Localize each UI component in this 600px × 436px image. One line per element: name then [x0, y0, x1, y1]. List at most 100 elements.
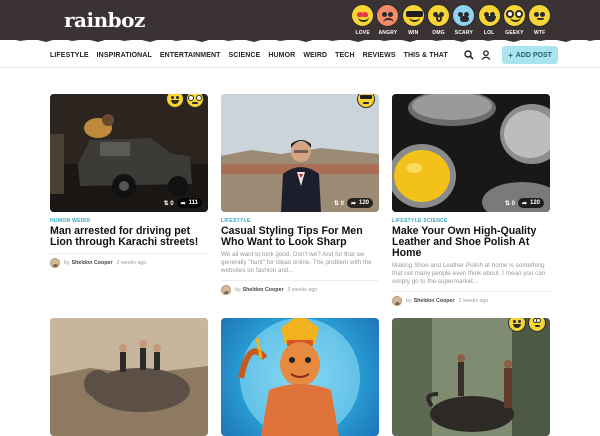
scary-face-icon [452, 4, 476, 27]
reaction-lol[interactable]: LOL [476, 4, 501, 36]
site-logo[interactable]: rainboz [64, 8, 145, 32]
post-stats: ⇅ 0 ➦ 111 [164, 198, 202, 208]
share-count[interactable]: ➦ 120 [517, 198, 544, 208]
reaction-label: WIN [408, 30, 419, 36]
man-city-scene [221, 94, 379, 212]
nav-item-inspirational[interactable]: INSPIRATIONAL [97, 52, 152, 59]
love-face-icon [351, 4, 375, 27]
post-byline: by Sheldon Cooper 3 weeks ago [392, 291, 550, 306]
search-icon[interactable] [462, 48, 476, 62]
post-title[interactable]: Man arrested for driving pet Lion throug… [50, 226, 208, 248]
add-post-label: ADD POST [515, 51, 552, 59]
lol-face-icon [166, 94, 184, 108]
reaction-label: LOVE [355, 30, 370, 36]
buffalo-river-scene [392, 318, 550, 436]
author-avatar[interactable] [50, 258, 60, 268]
share-icon: ➦ [350, 200, 356, 207]
author-name[interactable]: Sheldon Cooper [243, 287, 284, 293]
win-face-icon [401, 4, 425, 27]
reaction-geeky[interactable]: GEEKY [502, 4, 527, 36]
post-thumbnail[interactable]: ⇅ 0 ➦ 111 [50, 94, 208, 212]
post-thumbnail[interactable] [50, 318, 208, 436]
plus-icon: + [508, 50, 513, 60]
post-card [221, 318, 379, 436]
post-byline: by Sheldon Cooper 3 weeks ago [221, 280, 379, 295]
post-categories[interactable]: LIFESTYLE [221, 218, 379, 224]
add-post-button[interactable]: + ADD POST [502, 46, 558, 64]
post-categories[interactable]: HUMOR WEIRD [50, 218, 208, 224]
post-time: 3 weeks ago [287, 287, 318, 293]
wtf-face-icon [528, 318, 546, 332]
angry-face-icon [376, 4, 400, 27]
elephant-ride-scene [50, 318, 208, 436]
reaction-label: SCARY [454, 30, 473, 36]
reaction-bar: LOVE ANGRY WIN OMG SCARY LOL GEEKY WTF [350, 4, 552, 36]
main-nav: LIFESTYLE INSPIRATIONAL ENTERTAINMENT SC… [50, 52, 448, 59]
nav-item-entertainment[interactable]: ENTERTAINMENT [160, 52, 221, 59]
polish-tins-scene [392, 94, 550, 212]
post-card: ⇅ 0 ➦ 111 HUMOR WEIRD Man arrested for dr… [50, 94, 208, 268]
lol-face-icon [508, 318, 526, 332]
reaction-scary[interactable]: SCARY [451, 4, 476, 36]
reaction-wtf[interactable]: WTF [527, 4, 552, 36]
repost-count: ⇅ 0 [163, 200, 174, 207]
share-icon: ➦ [180, 200, 186, 207]
reaction-badges [357, 94, 375, 108]
nav-item-this-and-that[interactable]: THIS & THAT [404, 52, 448, 59]
post-card: ⇅ 0 ➦ 120 LIFESTYLE Casual Styling Tips F… [221, 94, 379, 295]
nav-item-reviews[interactable]: REVIEWS [363, 52, 396, 59]
reaction-badges [166, 94, 204, 108]
nav-item-tech[interactable]: TECH [335, 52, 354, 59]
by-label: by [235, 287, 241, 293]
reaction-label: WTF [534, 30, 546, 36]
nav-actions: + ADD POST [462, 46, 558, 64]
by-label: by [406, 298, 412, 304]
author-avatar[interactable] [221, 285, 231, 295]
street-car-scene [50, 94, 208, 212]
nav-item-weird[interactable]: WEIRD [303, 52, 327, 59]
win-face-icon [357, 94, 375, 108]
post-thumbnail[interactable] [221, 318, 379, 436]
post-title[interactable]: Make Your Own High-Quality Leather and S… [392, 226, 550, 259]
author-name[interactable]: Sheldon Cooper [414, 298, 455, 304]
geeky-face-icon [186, 94, 204, 108]
repost-count: ⇅ 0 [333, 200, 344, 207]
reaction-win[interactable]: WIN [401, 4, 426, 36]
author-avatar[interactable] [392, 296, 402, 306]
nav-item-science[interactable]: SCIENCE [229, 52, 261, 59]
post-stats: ⇅ 0 ➦ 120 [334, 198, 373, 208]
reaction-love[interactable]: LOVE [350, 4, 375, 36]
post-card [392, 318, 550, 436]
deity-illustration-scene [238, 318, 360, 436]
omg-face-icon [427, 4, 451, 27]
share-count[interactable]: ➦ 120 [346, 198, 373, 208]
post-categories[interactable]: LIFESTYLE SCIENCE [392, 218, 550, 224]
nav-item-lifestyle[interactable]: LIFESTYLE [50, 52, 89, 59]
user-icon[interactable] [479, 48, 493, 62]
by-label: by [64, 260, 70, 266]
post-excerpt: We all want to look good. Don't we? And … [221, 251, 372, 274]
post-title[interactable]: Casual Styling Tips For Men Who Want to … [221, 226, 379, 248]
geeky-face-icon [502, 4, 526, 27]
post-byline: by Sheldon Cooper 2 weeks ago [50, 253, 208, 268]
post-thumbnail[interactable]: ⇅ 0 ➦ 120 [392, 94, 550, 212]
reaction-label: ANGRY [378, 30, 398, 36]
wtf-face-icon [528, 4, 552, 27]
nav-item-humor[interactable]: HUMOR [268, 52, 295, 59]
post-time: 3 weeks ago [458, 298, 489, 304]
reaction-omg[interactable]: OMG [426, 4, 451, 36]
post-stats: ⇅ 0 ➦ 120 [505, 198, 544, 208]
reaction-label: GEEKY [505, 30, 524, 36]
header-torn-edge [0, 36, 600, 42]
reaction-label: LOL [483, 30, 495, 36]
reaction-label: OMG [432, 30, 445, 36]
reaction-angry[interactable]: ANGRY [375, 4, 400, 36]
post-card: ⇅ 0 ➦ 120 LIFESTYLE SCIENCE Make Your Own… [392, 94, 550, 306]
post-excerpt: Making Shoe and Leather Polish at home i… [392, 262, 546, 285]
post-thumbnail[interactable]: ⇅ 0 ➦ 120 [221, 94, 379, 212]
author-name[interactable]: Sheldon Cooper [72, 260, 113, 266]
share-count[interactable]: ➦ 111 [176, 198, 202, 208]
repost-count: ⇅ 0 [504, 200, 515, 207]
post-thumbnail[interactable] [392, 318, 550, 436]
lol-face-icon [477, 4, 501, 27]
